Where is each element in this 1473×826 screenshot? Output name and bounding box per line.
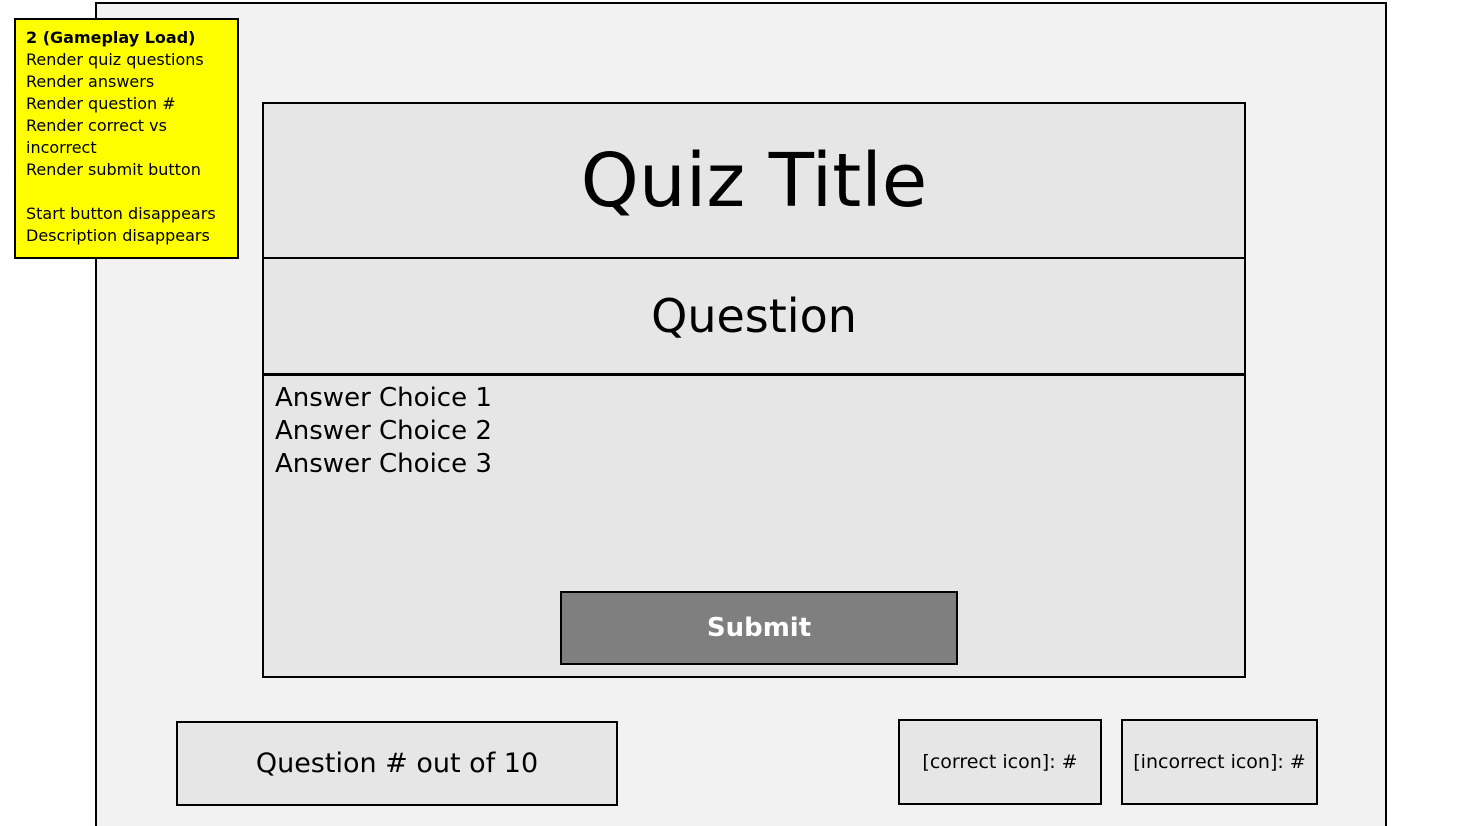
quiz-card: Quiz Title Question Answer Choice 1 Answ…	[262, 102, 1246, 678]
note-spacer	[26, 181, 227, 203]
answer-choice-1[interactable]: Answer Choice 1	[275, 382, 492, 415]
quiz-title: Quiz Title	[262, 102, 1246, 259]
note-line: Render quiz questions	[26, 50, 204, 69]
page: 2 (Gameplay Load) Render quiz questions …	[0, 0, 1473, 826]
note-title: 2 (Gameplay Load)	[26, 28, 196, 47]
note-line: Description disappears	[26, 226, 210, 245]
answer-list: Answer Choice 1 Answer Choice 2 Answer C…	[275, 382, 492, 481]
note-line: Render question #	[26, 94, 176, 113]
question-counter: Question # out of 10	[176, 721, 618, 806]
note-line: Start button disappears	[26, 204, 216, 223]
note-line: Render answers	[26, 72, 155, 91]
incorrect-score: [incorrect icon]: #	[1121, 719, 1318, 805]
submit-button[interactable]: Submit	[560, 591, 958, 665]
note-line: Render correct vs incorrect	[26, 116, 167, 157]
answers-panel: Answer Choice 1 Answer Choice 2 Answer C…	[262, 373, 1246, 678]
note-line: Render submit button	[26, 160, 201, 179]
question-text: Question	[262, 257, 1246, 375]
correct-score: [correct icon]: #	[898, 719, 1102, 805]
answer-choice-3[interactable]: Answer Choice 3	[275, 448, 492, 481]
sticky-note: 2 (Gameplay Load) Render quiz questions …	[14, 18, 239, 259]
answer-choice-2[interactable]: Answer Choice 2	[275, 415, 492, 448]
